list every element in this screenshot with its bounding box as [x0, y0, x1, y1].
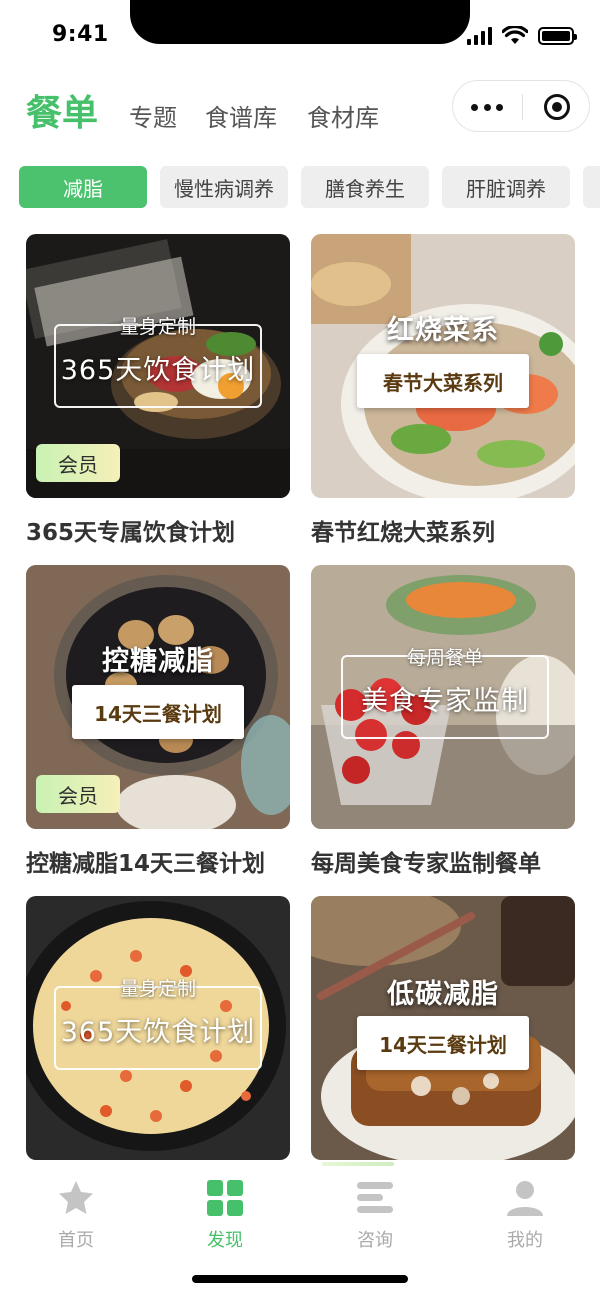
card-365-plan[interactable]: 量身定制 365天饮食计划 会员 365天专属饮食计划: [26, 234, 290, 547]
tab-indicator: [322, 1162, 394, 1166]
tab-ingredients[interactable]: 食材库: [307, 98, 379, 133]
home-indicator: [192, 1275, 408, 1283]
chat-lines-icon: [355, 1178, 395, 1218]
card-image: 控糖减脂 14天三餐计划 会员: [26, 565, 290, 829]
chip-liver-care[interactable]: 肝脏调养: [442, 166, 570, 208]
overlay-title: 低碳减脂: [387, 979, 499, 1010]
close-target-icon[interactable]: [544, 94, 570, 120]
person-icon: [505, 1178, 545, 1218]
status-time: 9:41: [52, 22, 109, 47]
overlay-subtitle-box: 春节大菜系列: [357, 354, 529, 408]
card-image: 量身定制 365天饮食计划: [26, 896, 290, 1160]
tab-label: 发现: [207, 1230, 243, 1251]
status-icons: [467, 26, 577, 46]
battery-icon: [538, 27, 577, 45]
overlay-subtitle-box: 14天三餐计划: [72, 685, 244, 739]
header-nav: 餐单 专题 食谱库 食材库: [0, 80, 600, 136]
overlay-subtitle-box: 14天三餐计划: [357, 1016, 529, 1070]
star-icon: [56, 1178, 96, 1218]
notch: [130, 0, 470, 44]
tab-recipes[interactable]: 食谱库: [205, 98, 277, 133]
member-badge: 会员: [36, 444, 120, 482]
card-image: 每周餐单 美食专家监制: [311, 565, 575, 829]
card-weekly-menu[interactable]: 每周餐单 美食专家监制 每周美食专家监制餐单: [311, 565, 575, 878]
capsule-divider: [522, 94, 523, 120]
overlay-subtitle: 每周餐单: [406, 647, 483, 669]
card-image: 红烧菜系 春节大菜系列: [311, 234, 575, 498]
tab-discover[interactable]: 发现: [175, 1178, 275, 1252]
overlay-frame: 量身定制 365天饮食计划: [54, 978, 262, 1070]
chip-fat-loss[interactable]: 减脂: [19, 166, 147, 208]
tab-label: 咨询: [357, 1230, 393, 1251]
grid-icon: [205, 1178, 245, 1218]
status-bar: 9:41: [0, 0, 600, 70]
overlay-frame: 每周餐单 美食专家监制: [341, 647, 549, 739]
overlay-title: 红烧菜系: [387, 315, 499, 346]
chip-chronic-care[interactable]: 慢性病调养: [160, 166, 288, 208]
card-title: 365天专属饮食计划: [26, 520, 236, 546]
chip-next[interactable]: [583, 166, 600, 208]
overlay-subtitle: 量身定制: [119, 978, 196, 1000]
nav-title-menu[interactable]: 餐单: [26, 84, 98, 136]
tab-consult[interactable]: 咨询: [325, 1178, 425, 1252]
signal-icon: [467, 27, 492, 45]
tab-topics[interactable]: 专题: [129, 98, 177, 133]
mini-program-capsule: [452, 80, 590, 132]
card-spring-braised[interactable]: 红烧菜系 春节大菜系列 春节红烧大菜系列: [311, 234, 575, 547]
card-title: 控糖减脂14天三餐计划: [26, 851, 266, 877]
card-title: 每周美食专家监制餐单: [311, 851, 541, 877]
card-title: 春节红烧大菜系列: [311, 520, 495, 546]
category-chips: 减脂 慢性病调养 膳食养生 肝脏调养: [19, 166, 600, 208]
overlay-title: 美食专家监制: [361, 686, 529, 717]
overlay-subtitle: 量身定制: [119, 316, 196, 338]
card-image: 低碳减脂 14天三餐计划: [311, 896, 575, 1160]
overlay-frame: 量身定制 365天饮食计划: [54, 316, 262, 408]
member-badge: 会员: [36, 775, 120, 813]
card-image: 量身定制 365天饮食计划 会员: [26, 234, 290, 498]
chip-diet-wellness[interactable]: 膳食养生: [301, 166, 429, 208]
tab-home[interactable]: 首页: [26, 1178, 126, 1252]
card-sugar-control[interactable]: 控糖减脂 14天三餐计划 会员 控糖减脂14天三餐计划: [26, 565, 290, 878]
tab-label: 我的: [507, 1230, 543, 1251]
overlay-title: 365天饮食计划: [60, 1017, 256, 1048]
card-low-carb[interactable]: 低碳减脂 14天三餐计划: [311, 896, 575, 1160]
more-icon[interactable]: [471, 95, 503, 119]
overlay-title: 365天饮食计划: [60, 355, 256, 386]
overlay-title: 控糖减脂: [102, 646, 214, 677]
wifi-icon: [502, 26, 528, 44]
tab-label: 首页: [58, 1230, 94, 1251]
tab-profile[interactable]: 我的: [475, 1178, 575, 1252]
card-365-plan-2[interactable]: 量身定制 365天饮食计划: [26, 896, 290, 1160]
